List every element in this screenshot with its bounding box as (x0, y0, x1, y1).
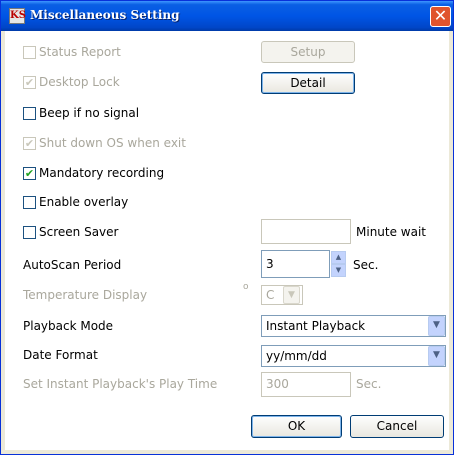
degree-symbol: o (243, 282, 249, 292)
playback-mode-label: Playback Mode (23, 319, 114, 333)
title-bar[interactable]: KS Miscellaneous Setting ✕ (1, 1, 453, 31)
spin-down-icon[interactable]: ▼ (331, 264, 346, 277)
check-icon: ✔ (24, 167, 35, 180)
instant-playback-time-unit: Sec. (356, 377, 382, 391)
beep-if-no-signal-label: Beep if no signal (39, 106, 140, 120)
temperature-display-label: Temperature Display (23, 288, 148, 302)
date-format-select[interactable]: yy/mm/dd (261, 345, 446, 367)
check-icon: ✔ (24, 76, 35, 89)
autoscan-period-field[interactable]: 3 (261, 250, 330, 278)
setup-button[interactable]: Setup (261, 41, 355, 63)
miscellaneous-setting-dialog: KS Miscellaneous Setting ✕ Status Report… (0, 0, 454, 455)
enable-overlay-checkbox[interactable] (23, 196, 36, 209)
cancel-button[interactable]: Cancel (350, 415, 444, 438)
autoscan-spinner[interactable]: ▲ ▼ (331, 251, 346, 277)
temperature-unit-value: C (266, 288, 275, 302)
instant-playback-time-field[interactable]: 300 (261, 372, 351, 397)
close-icon: ✕ (433, 6, 448, 25)
check-icon: ✔ (24, 137, 35, 150)
desktop-lock-checkbox[interactable]: ✔ (23, 76, 36, 89)
mandatory-recording-checkbox[interactable]: ✔ (23, 167, 36, 180)
shut-down-os-checkbox[interactable]: ✔ (23, 137, 36, 150)
status-report-label: Status Report (39, 45, 121, 59)
playback-mode-select[interactable]: Instant Playback (261, 315, 446, 337)
close-button[interactable]: ✕ (430, 6, 451, 27)
status-report-checkbox[interactable] (23, 46, 36, 59)
spin-up-icon[interactable]: ▲ (331, 251, 346, 264)
mandatory-recording-label: Mandatory recording (39, 166, 165, 180)
desktop-lock-label: Desktop Lock (39, 75, 120, 89)
minute-wait-label: Minute wait (356, 225, 427, 239)
chevron-down-icon[interactable]: ▼ (428, 316, 445, 336)
date-format-label: Date Format (23, 348, 98, 362)
beep-if-no-signal-checkbox[interactable] (23, 107, 36, 120)
screen-saver-minutes-field[interactable] (261, 219, 351, 244)
enable-overlay-label: Enable overlay (39, 195, 129, 209)
app-icon: KS (9, 8, 26, 24)
autoscan-period-label: AutoScan Period (23, 258, 122, 272)
screen-saver-checkbox[interactable] (23, 226, 36, 239)
instant-playback-time-label: Set Instant Playback's Play Time (23, 377, 218, 391)
window-title: Miscellaneous Setting (30, 8, 180, 22)
date-format-value: yy/mm/dd (266, 349, 327, 363)
chevron-down-icon[interactable]: ▼ (428, 346, 445, 366)
chevron-down-icon[interactable]: ▼ (283, 286, 300, 304)
shut-down-os-label: Shut down OS when exit (39, 136, 186, 150)
detail-button[interactable]: Detail (261, 72, 355, 94)
screen-saver-label: Screen Saver (39, 225, 119, 239)
ok-button[interactable]: OK (251, 415, 342, 438)
dialog-body: Status Report Setup ✔ Desktop Lock Detai… (5, 31, 449, 450)
autoscan-unit-label: Sec. (353, 258, 379, 272)
playback-mode-value: Instant Playback (266, 319, 366, 333)
